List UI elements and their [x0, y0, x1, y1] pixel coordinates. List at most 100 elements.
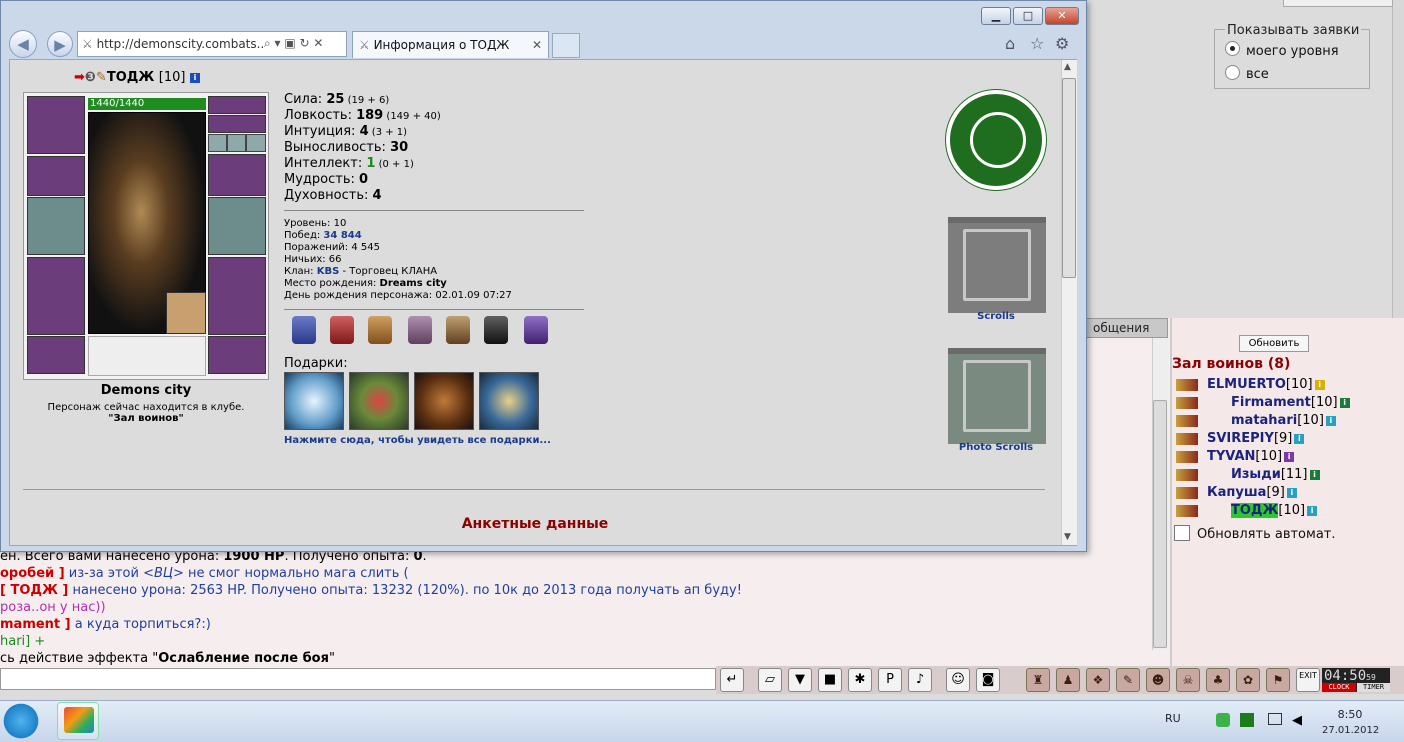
badge-scroll-icon[interactable] — [446, 316, 470, 344]
tray-time[interactable]: 8:50 — [1326, 708, 1374, 721]
skype-icon[interactable] — [0, 702, 42, 740]
player-item[interactable]: ELMUERTO[10] i — [1207, 377, 1325, 392]
private-arrow-icon[interactable] — [1176, 505, 1198, 517]
legs-slot[interactable] — [208, 257, 266, 335]
minimize-button[interactable]: ▁ — [981, 7, 1011, 25]
private-arrow-icon[interactable] — [1176, 379, 1198, 391]
scroll-icon[interactable]: ✎ — [1116, 668, 1140, 692]
player-name[interactable]: Firmament — [1231, 395, 1311, 410]
back-icon[interactable]: ◀ — [9, 30, 37, 58]
player-item[interactable]: Изыди[11] i — [1231, 467, 1320, 482]
player-name[interactable]: Изыди — [1231, 467, 1281, 482]
badge-gold-shield-icon[interactable] — [368, 316, 392, 344]
player-item[interactable]: Firmament[10] i — [1231, 395, 1350, 410]
settings-gear-icon[interactable]: ⚙ — [1055, 34, 1069, 53]
chat-input[interactable] — [0, 668, 716, 690]
auto-refresh-checkbox[interactable] — [1174, 525, 1190, 541]
player-name[interactable]: Капуша — [1207, 485, 1266, 500]
private-arrow-icon[interactable] — [1176, 469, 1198, 481]
private-arrow-icon[interactable] — [1176, 487, 1198, 499]
chat-segment[interactable]: оробей ] — [0, 566, 65, 581]
enter-icon[interactable]: ↵ — [720, 668, 744, 692]
tray-date[interactable]: 27.01.2012 — [1322, 725, 1379, 736]
info-icon[interactable]: i — [190, 72, 200, 83]
scroll-up-icon[interactable]: ▲ — [1064, 62, 1071, 72]
pet-image[interactable] — [166, 292, 206, 334]
player-name[interactable]: TYVAN — [1207, 449, 1255, 464]
private-icon[interactable]: P — [878, 668, 902, 692]
badge-star-icon[interactable] — [524, 316, 548, 344]
private-arrow-icon[interactable] — [1176, 451, 1198, 463]
badge-red-shield-icon[interactable] — [330, 316, 354, 344]
tab-chat[interactable]: общения — [1086, 318, 1168, 338]
ring3-slot[interactable] — [246, 134, 266, 152]
scroll-down-icon[interactable]: ▼ — [1064, 532, 1071, 542]
new-tab-button[interactable] — [552, 33, 580, 58]
gloves-slot[interactable] — [208, 154, 266, 196]
gift-christmas-tree[interactable] — [349, 372, 409, 430]
player-item[interactable]: ТОДЖ[10] i — [1231, 503, 1318, 518]
favorites-icon[interactable]: ☆ — [1030, 34, 1044, 53]
player-item[interactable]: matahari[10] i — [1231, 413, 1336, 428]
gift-chest[interactable] — [414, 372, 474, 430]
close-button[interactable]: ✕ — [1045, 7, 1079, 25]
armor-slot[interactable] — [27, 257, 85, 335]
flag-icon[interactable]: ⚑ — [1266, 668, 1290, 692]
clan-link[interactable]: KBS — [317, 266, 340, 277]
gift-snowflake[interactable] — [284, 372, 344, 430]
scrolls-label[interactable]: Scrolls — [946, 311, 1046, 322]
player-item[interactable]: Капуша[9] i — [1207, 485, 1297, 500]
ring2-slot[interactable] — [227, 134, 246, 152]
filter-icon[interactable]: ▼ — [788, 668, 812, 692]
bracers-slot[interactable] — [27, 156, 85, 196]
flag-tray-icon[interactable] — [1268, 713, 1282, 725]
player-name[interactable]: matahari — [1231, 413, 1297, 428]
excel-icon[interactable] — [1240, 713, 1254, 727]
private-arrow-icon[interactable] — [1176, 433, 1198, 445]
player-info-icon[interactable]: i — [1309, 469, 1320, 480]
player-info-icon[interactable]: i — [1294, 433, 1305, 444]
language-indicator[interactable]: RU — [1165, 712, 1181, 725]
player-info-icon[interactable]: i — [1325, 415, 1336, 426]
forward-icon[interactable]: ▶ — [47, 31, 73, 57]
map-icon[interactable]: ❖ — [1086, 668, 1110, 692]
address-controls[interactable]: ⌕ ▾ ▣ ↻ ✕ — [264, 36, 344, 51]
player-info-icon[interactable]: i — [1339, 397, 1350, 408]
player-item[interactable]: SVIREPIY[9] i — [1207, 431, 1305, 446]
refresh-button[interactable]: Обновить — [1239, 335, 1309, 352]
save-icon[interactable]: ■ — [818, 668, 842, 692]
ring1-slot[interactable] — [208, 134, 227, 152]
radio-all[interactable] — [1225, 65, 1240, 80]
tray-app-icon[interactable] — [1216, 713, 1230, 727]
earring-slot[interactable] — [208, 96, 266, 114]
belt-slot[interactable] — [27, 336, 85, 374]
badge-dark-icon[interactable] — [484, 316, 508, 344]
helmet-slot[interactable] — [27, 96, 85, 154]
tab-close-icon[interactable]: ✕ — [532, 38, 542, 52]
chat-segment[interactable]: [ ТОДЖ ] — [0, 583, 68, 598]
tab-profile[interactable]: ⚔ Информация о ТОДЖ ✕ — [352, 31, 549, 58]
necklace-slot[interactable] — [208, 115, 266, 133]
home-icon[interactable]: ⌂ — [1005, 34, 1015, 53]
chat-scroll-thumb[interactable] — [1153, 400, 1167, 648]
maximize-button[interactable]: □ — [1013, 7, 1043, 25]
private-arrow-icon[interactable] — [1176, 397, 1198, 409]
weapon-right-slot[interactable] — [208, 197, 266, 255]
smiley-icon[interactable]: ☺ — [946, 668, 970, 692]
chat-segment[interactable]: Ослабление после боя — [158, 651, 329, 666]
all-gifts-link[interactable]: Нажмите сюда, чтобы увидеть все подарки.… — [284, 435, 551, 446]
badge-shield-icon[interactable] — [292, 316, 316, 344]
player-name[interactable]: ELMUERTO — [1207, 377, 1286, 392]
gift-amulet[interactable] — [479, 372, 539, 430]
mask-icon[interactable]: ☻ — [1146, 668, 1170, 692]
player-item[interactable]: TYVAN[10] i — [1207, 449, 1295, 464]
player-info-icon[interactable]: i — [1284, 451, 1295, 462]
translit-icon[interactable]: ◙ — [976, 668, 1000, 692]
skull-icon[interactable]: ☠ — [1176, 668, 1200, 692]
fighter-icon[interactable]: ✱ — [848, 668, 872, 692]
paw-icon[interactable]: ✿ — [1236, 668, 1260, 692]
remote-desktop-icon[interactable] — [64, 707, 94, 733]
private-arrow-icon[interactable] — [1176, 415, 1198, 427]
player-info-icon[interactable]: i — [1314, 379, 1325, 390]
player-info-icon[interactable]: i — [1307, 505, 1318, 516]
